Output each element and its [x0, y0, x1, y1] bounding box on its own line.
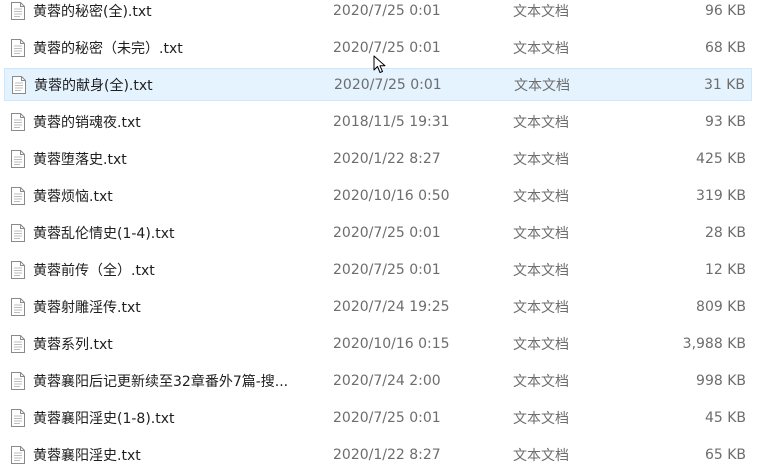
mouse-pointer-icon: [373, 55, 386, 73]
file-modified-date: 2020/10/16 0:50: [333, 187, 450, 204]
file-name: 黄蓉的秘密(全).txt: [33, 3, 152, 20]
file-size: 93 KB: [704, 113, 746, 130]
file-modified-date: 2020/7/25 0:01: [334, 76, 442, 93]
text-file-icon: [11, 445, 25, 464]
file-type: 文本文档: [513, 373, 569, 390]
file-name: 黄蓉襄阳淫史(1-8).txt: [33, 410, 175, 427]
file-size: 68 KB: [704, 39, 746, 56]
text-file-icon: [11, 334, 25, 353]
text-file-icon: [11, 408, 25, 427]
file-size: 809 KB: [696, 298, 746, 315]
text-file-icon: [11, 223, 25, 242]
file-modified-date: 2020/7/25 0:01: [333, 409, 441, 426]
file-type: 文本文档: [513, 151, 569, 168]
file-type: 文本文档: [513, 3, 569, 20]
file-row[interactable]: 黄蓉的销魂夜.txt 2018/11/5 19:31 文本文档 93 KB: [4, 105, 752, 138]
file-modified-date: 2020/1/22 8:27: [333, 150, 441, 167]
file-size: 12 KB: [704, 261, 746, 278]
file-size: 31 KB: [703, 76, 745, 93]
file-type: 文本文档: [513, 114, 569, 131]
file-modified-date: 2018/11/5 19:31: [333, 113, 450, 130]
file-row[interactable]: 黄蓉襄阳后记更新续至32章番外7篇-搜... 2020/7/24 2:00 文本…: [4, 364, 752, 397]
file-list: 黄蓉的秘密(全).txt 2020/7/25 0:01 文本文档 96 KB 黄…: [0, 0, 763, 476]
file-modified-date: 2020/7/25 0:01: [333, 2, 441, 19]
file-modified-date: 2020/1/22 8:27: [333, 446, 441, 463]
file-row[interactable]: 黄蓉的秘密(全).txt 2020/7/25 0:01 文本文档 96 KB: [4, 0, 752, 27]
file-row[interactable]: 黄蓉系列.txt 2020/10/16 0:15 文本文档 3,988 KB: [4, 327, 752, 360]
file-modified-date: 2020/7/25 0:01: [333, 261, 441, 278]
text-file-icon: [11, 260, 25, 279]
file-type: 文本文档: [513, 447, 569, 464]
file-row[interactable]: 黄蓉前传（全）.txt 2020/7/25 0:01 文本文档 12 KB: [4, 253, 752, 286]
text-file-icon: [11, 149, 25, 168]
text-file-icon: [11, 186, 25, 205]
file-row[interactable]: 黄蓉射雕淫传.txt 2020/7/24 19:25 文本文档 809 KB: [4, 290, 752, 323]
file-size: 65 KB: [704, 446, 746, 463]
file-name: 黄蓉的献身(全).txt: [34, 77, 153, 94]
text-file-icon: [11, 371, 25, 390]
text-file-icon: [11, 112, 25, 131]
file-size: 28 KB: [704, 224, 746, 241]
file-name: 黄蓉的销魂夜.txt: [33, 114, 141, 131]
file-modified-date: 2020/7/24 2:00: [333, 372, 441, 389]
file-type: 文本文档: [513, 336, 569, 353]
file-name: 黄蓉堕落史.txt: [33, 151, 127, 168]
file-type: 文本文档: [513, 225, 569, 242]
file-size: 998 KB: [696, 372, 746, 389]
file-type: 文本文档: [513, 299, 569, 316]
text-file-icon: [12, 75, 26, 94]
file-row[interactable]: 黄蓉烦恼.txt 2020/10/16 0:50 文本文档 319 KB: [4, 179, 752, 212]
text-file-icon: [11, 1, 25, 20]
file-modified-date: 2020/7/25 0:01: [333, 224, 441, 241]
file-name: 黄蓉襄阳后记更新续至32章番外7篇-搜...: [33, 373, 289, 390]
file-size: 3,988 KB: [682, 335, 746, 352]
file-size: 319 KB: [696, 187, 746, 204]
file-row[interactable]: 黄蓉襄阳淫史(1-8).txt 2020/7/25 0:01 文本文档 45 K…: [4, 401, 752, 434]
file-name: 黄蓉的秘密（未完）.txt: [33, 40, 183, 57]
file-name: 黄蓉襄阳淫史.txt: [33, 447, 141, 464]
text-file-icon: [11, 297, 25, 316]
file-modified-date: 2020/7/25 0:01: [333, 39, 441, 56]
file-size: 425 KB: [696, 150, 746, 167]
file-row[interactable]: 黄蓉乱伦情史(1-4).txt 2020/7/25 0:01 文本文档 28 K…: [4, 216, 752, 249]
file-row[interactable]: 黄蓉堕落史.txt 2020/1/22 8:27 文本文档 425 KB: [4, 142, 752, 175]
file-name: 黄蓉射雕淫传.txt: [33, 299, 141, 316]
file-size: 45 KB: [704, 409, 746, 426]
file-name: 黄蓉烦恼.txt: [33, 188, 113, 205]
file-type: 文本文档: [513, 262, 569, 279]
file-type: 文本文档: [513, 188, 569, 205]
file-modified-date: 2020/7/24 19:25: [333, 298, 450, 315]
text-file-icon: [11, 38, 25, 57]
file-name: 黄蓉前传（全）.txt: [33, 262, 155, 279]
file-type: 文本文档: [514, 77, 570, 94]
file-row[interactable]: 黄蓉襄阳淫史.txt 2020/1/22 8:27 文本文档 65 KB: [4, 438, 752, 471]
file-modified-date: 2020/10/16 0:15: [333, 335, 450, 352]
file-type: 文本文档: [513, 40, 569, 57]
file-size: 96 KB: [704, 2, 746, 19]
file-name: 黄蓉乱伦情史(1-4).txt: [33, 225, 175, 242]
file-name: 黄蓉系列.txt: [33, 336, 113, 353]
file-type: 文本文档: [513, 410, 569, 427]
